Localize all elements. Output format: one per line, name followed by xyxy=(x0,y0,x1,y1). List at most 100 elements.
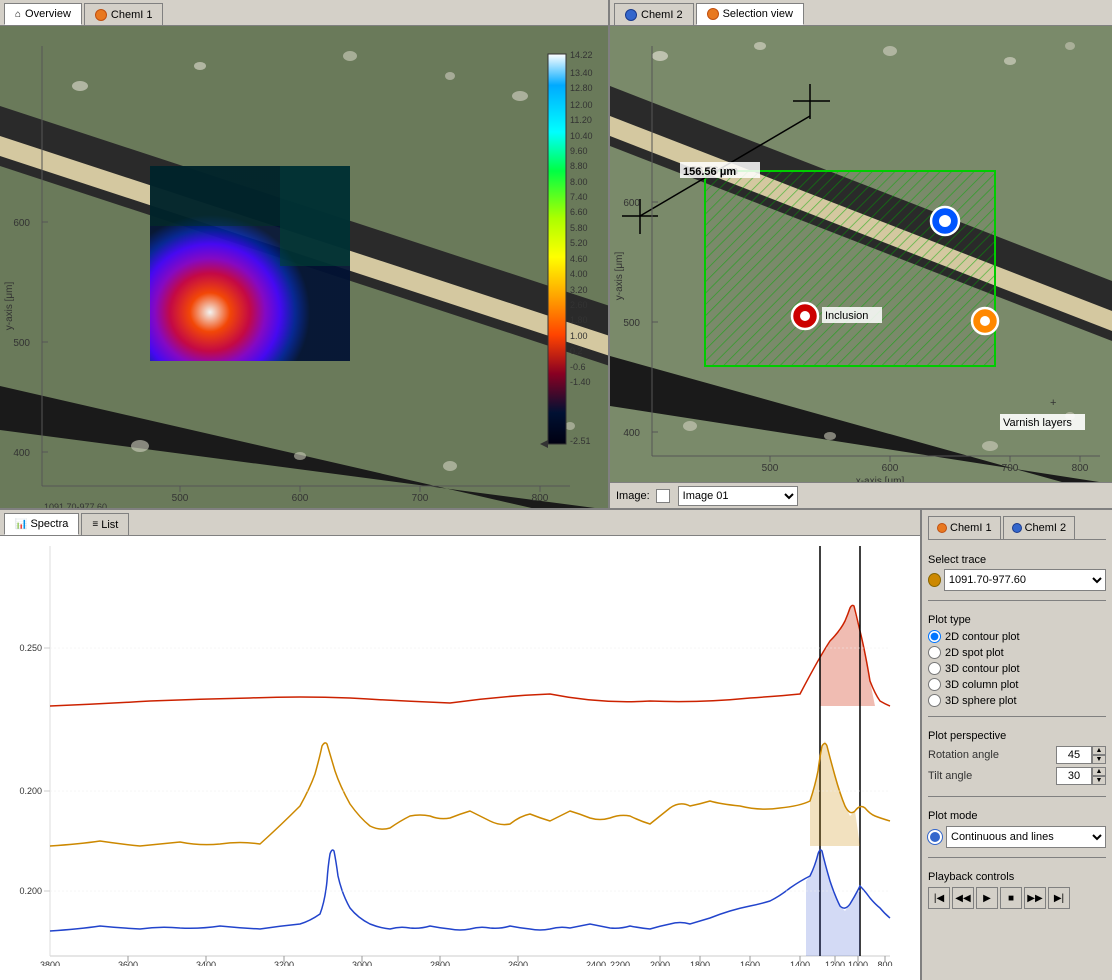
plot-perspective-label: Plot perspective xyxy=(928,730,1106,742)
svg-text:5.20: 5.20 xyxy=(570,238,588,248)
svg-text:500: 500 xyxy=(762,463,779,474)
svg-text:800: 800 xyxy=(532,493,549,504)
svg-text:12.00: 12.00 xyxy=(570,100,593,110)
svg-text:0.200: 0.200 xyxy=(19,886,42,896)
svg-text:600: 600 xyxy=(292,493,309,504)
right-chart-svg: 156.56 μm 156.56 μm xyxy=(610,26,1112,482)
image-dropdown-bar: Image: Image 01 xyxy=(610,482,1112,508)
divider-3 xyxy=(928,796,1106,797)
svg-text:800: 800 xyxy=(1072,463,1089,474)
tilt-down-btn[interactable]: ▼ xyxy=(1092,776,1106,785)
plot-type-label: Plot type xyxy=(928,614,1106,626)
select-trace-section: Select trace 1091.70-977.60 xyxy=(928,550,1106,591)
svg-text:+: + xyxy=(1050,397,1056,409)
svg-text:2400: 2400 xyxy=(586,960,606,966)
svg-text:2200: 2200 xyxy=(610,960,630,966)
svg-text:700: 700 xyxy=(1002,463,1019,474)
controls-tab-chem1[interactable]: ChemI 1 xyxy=(928,516,1001,539)
svg-text:8.00: 8.00 xyxy=(570,177,588,187)
tab-spectra[interactable]: 📊 Spectra xyxy=(4,513,79,535)
tilt-input[interactable] xyxy=(1056,767,1092,785)
radio-2d-contour-label: 2D contour plot xyxy=(945,631,1020,643)
rotation-input-group: ▲ ▼ xyxy=(1056,746,1106,764)
tab-overview[interactable]: ⌂ Overview xyxy=(4,3,82,25)
spectra-tab-bar: 📊 Spectra ≡ List xyxy=(0,510,920,536)
svg-text:500: 500 xyxy=(172,493,189,504)
svg-text:500: 500 xyxy=(13,338,30,349)
image-label: Image: xyxy=(616,490,650,502)
controls-chem1-label: ChemI 1 xyxy=(950,522,992,534)
tab-chem2-label: ChemI 2 xyxy=(641,9,683,21)
trace-select[interactable]: 1091.70-977.60 xyxy=(944,569,1106,591)
svg-text:2.60: 2.60 xyxy=(570,300,588,310)
plot-type-section: Plot type 2D contour plot 2D spot plot 3… xyxy=(928,610,1106,707)
left-chart-area: 600 500 400 y-axis [μm] 500 600 700 800 xyxy=(0,26,608,508)
svg-text:-2.51: -2.51 xyxy=(570,436,591,446)
radio-2d-spot[interactable]: 2D spot plot xyxy=(928,646,1106,659)
svg-text:Inclusion: Inclusion xyxy=(825,310,868,322)
svg-text:1.00: 1.00 xyxy=(570,331,588,341)
tab-selection-label: Selection view xyxy=(723,8,793,20)
rotation-down-btn[interactable]: ▼ xyxy=(1092,755,1106,764)
play-pause-btn[interactable]: ■ xyxy=(1000,887,1022,909)
divider-1 xyxy=(928,600,1106,601)
controls-tab-bar: ChemI 1 ChemI 2 xyxy=(928,516,1106,540)
svg-text:y-axis [μm]: y-axis [μm] xyxy=(614,252,625,301)
svg-text:1091.70-977.60: 1091.70-977.60 xyxy=(44,502,107,508)
controls-panel: ChemI 1 ChemI 2 Select trace 1091.70-977… xyxy=(922,510,1112,980)
playback-label: Playback controls xyxy=(928,871,1106,883)
left-chart-svg: 600 500 400 y-axis [μm] 500 600 700 800 xyxy=(0,26,608,508)
svg-text:3.20: 3.20 xyxy=(570,285,588,295)
controls-tab-chem2[interactable]: ChemI 2 xyxy=(1003,516,1076,539)
svg-text:5.80: 5.80 xyxy=(570,223,588,233)
svg-text:10.40: 10.40 xyxy=(570,131,593,141)
svg-text:156.56 μm: 156.56 μm xyxy=(683,166,736,178)
radio-3d-column[interactable]: 3D column plot xyxy=(928,678,1106,691)
svg-text:3800: 3800 xyxy=(40,960,60,966)
svg-text:0.2: 0.2 xyxy=(570,346,583,356)
tab-list[interactable]: ≡ List xyxy=(81,513,129,535)
select-trace-label: Select trace xyxy=(928,554,1106,566)
rotation-label: Rotation angle xyxy=(928,749,999,761)
rotation-input[interactable] xyxy=(1056,746,1092,764)
svg-text:7.40: 7.40 xyxy=(570,192,588,202)
radio-3d-contour[interactable]: 3D contour plot xyxy=(928,662,1106,675)
chem1-icon xyxy=(95,9,107,21)
plot-mode-section: Plot mode Continuous and lines xyxy=(928,806,1106,848)
tab-selection-view[interactable]: Selection view xyxy=(696,3,804,25)
plot-type-radios: 2D contour plot 2D spot plot 3D contour … xyxy=(928,630,1106,707)
playback-section: Playback controls |◀ ◀◀ ▶ ■ ▶▶ ▶| xyxy=(928,867,1106,909)
controls-chem2-label: ChemI 2 xyxy=(1025,522,1067,534)
tilt-up-btn[interactable]: ▲ xyxy=(1092,767,1106,776)
radio-2d-spot-label: 2D spot plot xyxy=(945,647,1004,659)
svg-text:4.60: 4.60 xyxy=(570,254,588,264)
radio-3d-sphere[interactable]: 3D sphere plot xyxy=(928,694,1106,707)
tab-chem1[interactable]: ChemI 1 xyxy=(84,3,164,25)
play-btn[interactable]: ▶ xyxy=(976,887,998,909)
left-tab-bar: ⌂ Overview ChemI 1 xyxy=(0,0,608,26)
divider-2 xyxy=(928,716,1106,717)
plot-mode-label: Plot mode xyxy=(928,810,1106,822)
image-select[interactable]: Image 01 xyxy=(678,486,798,506)
svg-text:400: 400 xyxy=(623,428,640,439)
radio-2d-contour[interactable]: 2D contour plot xyxy=(928,630,1106,643)
svg-text:1.80: 1.80 xyxy=(570,315,588,325)
svg-text:6.60: 6.60 xyxy=(570,207,588,217)
spectra-tab-label: Spectra xyxy=(30,518,68,530)
list-tab-label: List xyxy=(101,519,118,531)
svg-text:14.22: 14.22 xyxy=(570,50,593,60)
play-start-btn[interactable]: |◀ xyxy=(928,887,950,909)
tab-chem2[interactable]: ChemI 2 xyxy=(614,3,694,25)
rotation-up-btn[interactable]: ▲ xyxy=(1092,746,1106,755)
tilt-label: Tilt angle xyxy=(928,770,972,782)
divider-4 xyxy=(928,857,1106,858)
play-prev-btn[interactable]: ◀◀ xyxy=(952,887,974,909)
svg-text:11.20: 11.20 xyxy=(570,115,592,125)
play-next-btn[interactable]: ▶▶ xyxy=(1024,887,1046,909)
svg-text:-0.6: -0.6 xyxy=(570,362,586,372)
play-end-btn[interactable]: ▶| xyxy=(1048,887,1070,909)
svg-text:4.00: 4.00 xyxy=(570,269,588,279)
svg-text:Varnish layers: Varnish layers xyxy=(1003,417,1072,429)
svg-text:600: 600 xyxy=(623,198,640,209)
mode-select[interactable]: Continuous and lines xyxy=(946,826,1106,848)
